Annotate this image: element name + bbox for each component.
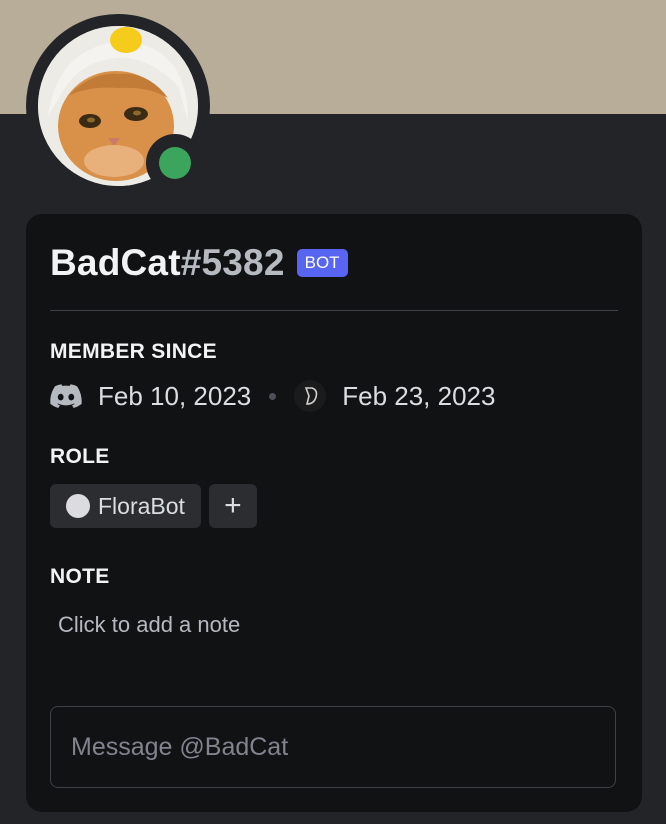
add-role-button[interactable]: + bbox=[208, 484, 257, 528]
role-name: FloraBot bbox=[98, 492, 185, 519]
server-icon bbox=[294, 380, 327, 412]
username[interactable]: BadCat bbox=[50, 242, 181, 284]
message-box bbox=[50, 706, 616, 788]
role-title: ROLE bbox=[50, 445, 110, 468]
profile-card: BadCat #5382 BOT MEMBER SINCE Feb 10, 20… bbox=[26, 214, 642, 812]
name-row: BadCat #5382 BOT bbox=[50, 242, 348, 284]
role-list: FloraBot + bbox=[50, 484, 257, 528]
separator-dot bbox=[269, 392, 277, 400]
member-since-title: MEMBER SINCE bbox=[50, 340, 217, 363]
discord-member-date: Feb 10, 2023 bbox=[98, 380, 252, 411]
status-indicator bbox=[146, 134, 204, 192]
divider bbox=[50, 310, 618, 311]
note-input[interactable]: Click to add a note bbox=[58, 612, 240, 638]
role-color-icon bbox=[66, 494, 90, 518]
note-title: NOTE bbox=[50, 565, 110, 588]
online-status-icon bbox=[159, 147, 191, 179]
message-input[interactable] bbox=[51, 707, 615, 787]
discriminator[interactable]: #5382 bbox=[181, 242, 285, 284]
server-member-date: Feb 23, 2023 bbox=[342, 380, 496, 411]
bot-badge: BOT bbox=[296, 249, 348, 277]
discord-icon bbox=[50, 384, 82, 408]
role-pill-florabot[interactable]: FloraBot bbox=[50, 484, 201, 528]
member-since-row: Feb 10, 2023 Feb 23, 2023 bbox=[50, 380, 495, 412]
